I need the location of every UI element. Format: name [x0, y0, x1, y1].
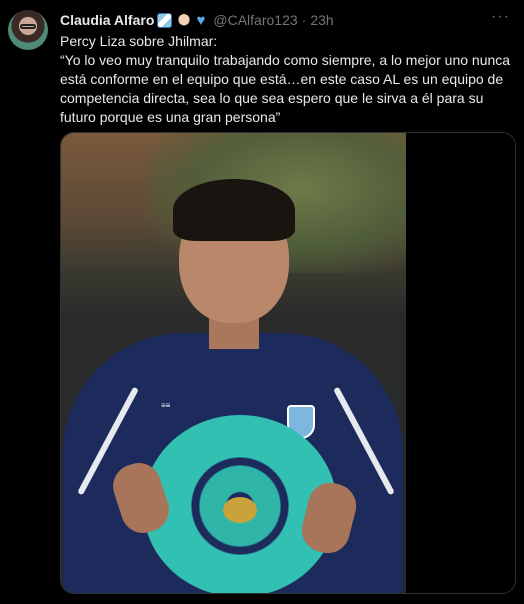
tweet-header: Claudia Alfaro ♥ @CAlfaro123 · 23h [60, 11, 334, 29]
player-hair [173, 179, 295, 241]
weight-plate-center [223, 497, 257, 523]
avatar-glasses [20, 24, 36, 29]
author-name[interactable]: Claudia Alfaro [60, 12, 154, 28]
argentina-flag-icon [157, 12, 173, 28]
separator-dot: · [301, 12, 307, 28]
tweet-media[interactable]: ≡≡ [60, 132, 516, 594]
flexed-biceps-icon [175, 12, 191, 28]
tweet-text-line: Percy Liza sobre Jhilmar: [60, 33, 218, 49]
avatar[interactable] [8, 10, 48, 50]
author-handle[interactable]: @CAlfaro123 [213, 12, 297, 28]
tweet-text: Percy Liza sobre Jhilmar: “Yo lo veo muy… [60, 32, 512, 127]
brand-logo-icon: ≡≡ [161, 401, 171, 410]
media-padding [406, 133, 515, 593]
blue-heart-icon: ♥ [196, 11, 206, 29]
tweet-quote: “Yo lo veo muy tranquilo trabajando como… [60, 52, 511, 125]
timestamp[interactable]: 23h [310, 12, 333, 28]
more-options-icon[interactable]: ··· [491, 8, 510, 26]
tweet[interactable]: Claudia Alfaro ♥ @CAlfaro123 · 23h ··· P… [0, 0, 524, 604]
photo[interactable]: ≡≡ [61, 133, 406, 593]
